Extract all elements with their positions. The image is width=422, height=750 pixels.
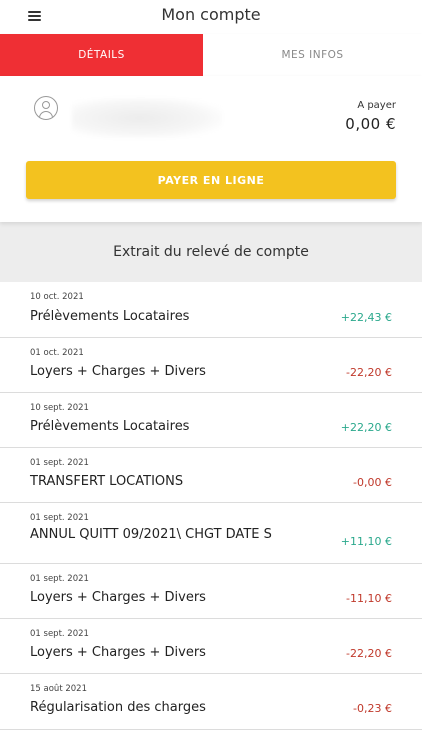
transaction-amount: -22,20 € [346, 647, 392, 660]
transaction-row[interactable]: 10 sept. 2021 Prélèvements Locataires +22,… [0, 393, 422, 448]
transaction-label: TRANSFERT LOCATIONS [30, 474, 184, 489]
pay-online-button[interactable]: PAYER EN LIGNE [26, 161, 396, 199]
tab-details[interactable]: DÉTAILS [0, 34, 203, 76]
transaction-date: 01 sept. 2021 [30, 458, 89, 468]
transaction-row[interactable]: 01 oct. 2021 Loyers + Charges + Divers -22… [0, 338, 422, 393]
transaction-label: ANNUL QUITT 09/2021\ CHGT DATE S [30, 527, 272, 542]
transaction-row[interactable]: 01 sept. 2021 ANNUL QUITT 09/2021\ CHGT D… [0, 503, 422, 564]
transaction-date: 01 sept. 2021 [30, 629, 89, 639]
transaction-amount: +22,43 € [340, 311, 392, 324]
user-avatar-icon [34, 96, 58, 120]
transaction-label: Prélèvements Locataires [30, 309, 190, 324]
top-bar: Mon compte [0, 0, 422, 34]
transaction-amount: +11,10 € [340, 535, 392, 548]
transaction-label: Loyers + Charges + Divers [30, 645, 206, 660]
transaction-date: 15 août 2021 [30, 684, 87, 694]
transaction-amount: -22,20 € [346, 366, 392, 379]
tab-mes-infos[interactable]: MES INFOS [203, 34, 422, 76]
transaction-label: Loyers + Charges + Divers [30, 364, 206, 379]
tab-bar: DÉTAILS MES INFOS [0, 34, 422, 76]
redacted-account-name [72, 98, 222, 138]
transaction-row[interactable]: 01 sept. 2021 Loyers + Charges + Divers -1… [0, 564, 422, 619]
transaction-row[interactable]: 10 oct. 2021 Prélèvements Locataires +22,4… [0, 282, 422, 338]
transaction-amount: -11,10 € [346, 592, 392, 605]
transaction-list: 10 oct. 2021 Prélèvements Locataires +22,4… [0, 282, 422, 730]
transaction-row[interactable]: 15 août 2021 Régularisation des charges -0… [0, 674, 422, 730]
account-summary-card: A payer 0,00 € PAYER EN LIGNE [0, 76, 422, 222]
transaction-amount: -0,23 € [353, 702, 392, 715]
transaction-date: 01 sept. 2021 [30, 513, 89, 523]
transaction-amount: +22,20 € [340, 421, 392, 434]
page-title: Mon compte [161, 5, 261, 24]
transaction-label: Régularisation des charges [30, 700, 206, 715]
transaction-label: Prélèvements Locataires [30, 419, 190, 434]
transaction-row[interactable]: 01 sept. 2021 TRANSFERT LOCATIONS -0,00 € [0, 448, 422, 503]
transaction-amount: -0,00 € [353, 476, 392, 489]
transaction-label: Loyers + Charges + Divers [30, 590, 206, 605]
transaction-date: 10 oct. 2021 [30, 292, 84, 302]
amount-due-label: A payer [357, 100, 396, 111]
transaction-row[interactable]: 01 sept. 2021 Loyers + Charges + Divers -2… [0, 619, 422, 674]
transaction-date: 01 oct. 2021 [30, 348, 84, 358]
amount-due-value: 0,00 € [345, 115, 396, 133]
transaction-date: 10 sept. 2021 [30, 403, 89, 413]
transaction-date: 01 sept. 2021 [30, 574, 89, 584]
statement-title: Extrait du relevé de compte [0, 222, 422, 282]
